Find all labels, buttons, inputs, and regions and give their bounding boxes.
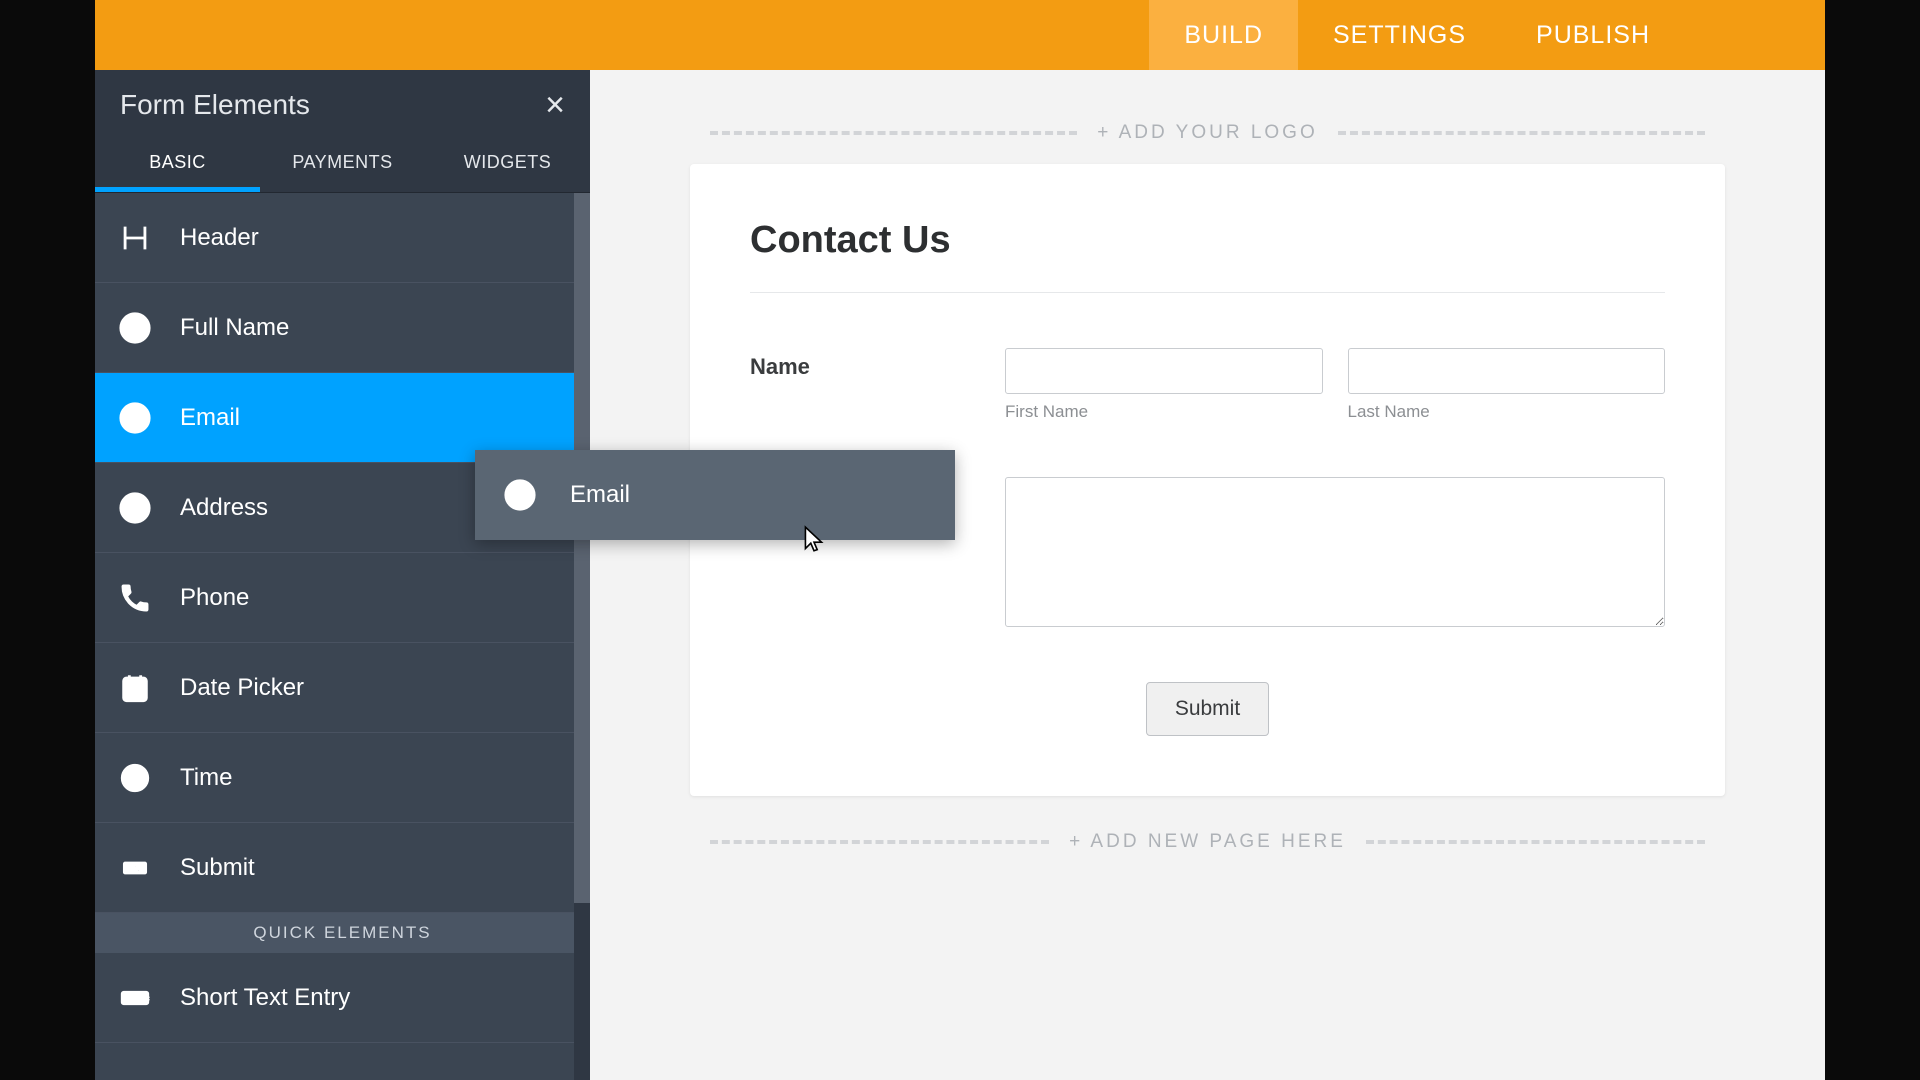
quick-elements-heading: QUICK ELEMENTS <box>95 913 590 953</box>
first-name-sublabel: First Name <box>1005 402 1323 422</box>
person-icon <box>95 311 175 345</box>
add-logo-label: + ADD YOUR LOGO <box>1097 122 1317 144</box>
element-label: Full Name <box>175 314 289 342</box>
element-submit[interactable]: SEND Submit <box>95 823 590 913</box>
field-message[interactable]: Message <box>750 477 1665 627</box>
sidebar-tab-basic[interactable]: BASIC <box>95 136 260 192</box>
clock-icon <box>95 761 175 795</box>
close-icon[interactable]: × <box>545 88 565 122</box>
top-nav: BUILD SETTINGS PUBLISH <box>95 0 1825 70</box>
add-logo-area[interactable]: + ADD YOUR LOGO <box>690 122 1725 144</box>
element-label: Submit <box>175 854 255 882</box>
add-new-page-area[interactable]: + ADD NEW PAGE HERE <box>690 831 1725 853</box>
element-label: Address <box>175 494 268 522</box>
sidebar-tab-payments[interactable]: PAYMENTS <box>260 136 425 192</box>
name-label: Name <box>750 348 1005 380</box>
divider <box>1338 131 1705 135</box>
divider <box>710 840 1049 844</box>
text-entry-icon: ABC <box>95 981 175 1015</box>
envelope-icon <box>95 401 175 435</box>
element-short-text-entry[interactable]: ABC Short Text Entry <box>95 953 590 1043</box>
form-card: Contact Us Name First Name Last Name Mes… <box>690 164 1725 796</box>
pin-icon <box>95 491 175 525</box>
element-label: Email <box>175 404 240 432</box>
submit-button[interactable]: Submit <box>1146 682 1269 736</box>
element-header[interactable]: Header <box>95 193 590 283</box>
header-icon <box>95 221 175 255</box>
sidebar-tabs: BASIC PAYMENTS WIDGETS <box>95 136 590 193</box>
svg-text:10: 10 <box>129 687 142 699</box>
message-textarea[interactable] <box>1005 477 1665 627</box>
svg-text:SEND: SEND <box>125 864 145 872</box>
sidebar-elements-list: Header Full Name Email Address <box>95 193 590 1080</box>
sidebar-scrollbar-thumb[interactable] <box>574 193 590 903</box>
sidebar-header: Form Elements × <box>95 70 590 136</box>
form-canvas: + ADD YOUR LOGO Contact Us Name First Na… <box>590 70 1825 1080</box>
tab-publish[interactable]: PUBLISH <box>1501 0 1685 70</box>
message-label: Message <box>750 477 1005 509</box>
first-name-input[interactable] <box>1005 348 1323 394</box>
element-label: Time <box>175 764 232 792</box>
element-email[interactable]: Email <box>95 373 590 463</box>
sidebar-form-elements: Form Elements × BASIC PAYMENTS WIDGETS H… <box>95 70 590 1080</box>
element-time[interactable]: Time <box>95 733 590 823</box>
divider <box>710 131 1077 135</box>
calendar-icon: 10 <box>95 671 175 705</box>
last-name-sublabel: Last Name <box>1348 402 1666 422</box>
sidebar-tab-widgets[interactable]: WIDGETS <box>425 136 590 192</box>
tab-build[interactable]: BUILD <box>1149 0 1298 70</box>
element-label: Date Picker <box>175 674 304 702</box>
element-date-picker[interactable]: 10 Date Picker <box>95 643 590 733</box>
last-name-input[interactable] <box>1348 348 1666 394</box>
element-label: Short Text Entry <box>175 984 350 1012</box>
tab-settings[interactable]: SETTINGS <box>1298 0 1501 70</box>
element-address[interactable]: Address <box>95 463 590 553</box>
phone-icon <box>95 581 175 615</box>
sidebar-title: Form Elements <box>120 89 310 121</box>
form-title[interactable]: Contact Us <box>750 219 1665 293</box>
element-full-name[interactable]: Full Name <box>95 283 590 373</box>
element-phone[interactable]: Phone <box>95 553 590 643</box>
divider <box>1366 840 1705 844</box>
element-label: Phone <box>175 584 249 612</box>
send-icon: SEND <box>95 851 175 885</box>
add-page-label: + ADD NEW PAGE HERE <box>1069 831 1346 853</box>
field-name[interactable]: Name First Name Last Name <box>750 348 1665 422</box>
element-label: Header <box>175 224 259 252</box>
